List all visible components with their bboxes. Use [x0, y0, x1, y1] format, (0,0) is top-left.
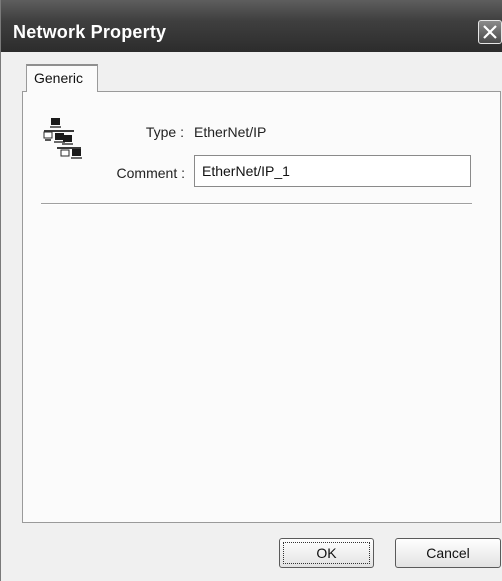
network-topology-icon	[43, 118, 82, 159]
ok-button[interactable]: OK	[279, 538, 374, 568]
close-button[interactable]	[478, 20, 502, 44]
cancel-button[interactable]: Cancel	[395, 538, 501, 568]
type-label: Type :	[145, 124, 184, 140]
separator	[41, 203, 472, 205]
comment-input[interactable]	[194, 155, 471, 187]
network-property-dialog: Network Property Generic Type : EtherNet…	[0, 0, 502, 581]
close-icon	[483, 25, 497, 39]
type-value: EtherNet/IP	[194, 124, 267, 140]
window-title: Network Property	[13, 22, 167, 42]
tab-generic[interactable]: Generic	[26, 64, 98, 92]
comment-label: Comment :	[116, 165, 185, 181]
tab-generic-label: Generic	[34, 70, 84, 86]
title-bar: Network Property	[1, 0, 502, 52]
